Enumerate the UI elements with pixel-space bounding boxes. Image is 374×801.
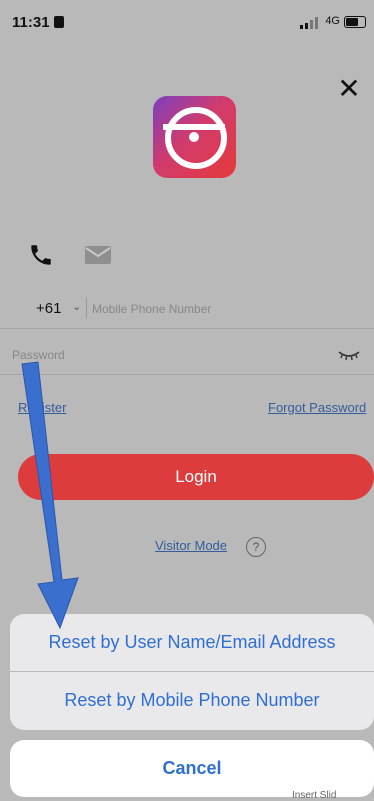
signal-icon [300,17,322,29]
eye-closed-icon[interactable] [338,348,360,362]
reset-by-mobile-option[interactable]: Reset by Mobile Phone Number [10,672,374,729]
register-link[interactable]: Register [18,400,66,415]
cancel-button[interactable]: Cancel [10,740,374,797]
forgot-password-link[interactable]: Forgot Password [268,400,366,415]
logo-bar [163,124,225,130]
notification-icon [53,16,64,28]
bottom-note: Insert Slid [292,790,337,801]
status-time: 11:31 [12,14,64,31]
mail-icon[interactable] [84,245,112,265]
help-icon[interactable]: ? [246,537,266,557]
phone-number-input[interactable] [92,300,342,318]
reset-by-username-email-option[interactable]: Reset by User Name/Email Address [10,614,374,671]
app-logo [153,96,236,178]
phone-icon[interactable] [28,242,54,268]
status-bar: 11:31 4G [0,0,374,44]
battery-icon [344,16,366,28]
network-type: 4G [325,15,340,27]
password-input[interactable] [12,346,312,364]
logo-dot [189,132,199,142]
country-code[interactable]: +61 [36,300,61,317]
reset-options-sheet: Reset by User Name/Email Address Reset b… [10,614,374,730]
login-button[interactable]: Login [18,454,374,500]
divider [86,298,87,318]
status-time-text: 11:31 [12,14,50,31]
visitor-mode-link[interactable]: Visitor Mode [155,538,227,553]
phone-number-row: +61 ⌄ [0,288,374,329]
close-icon[interactable]: ✕ [336,75,362,103]
password-row [0,334,374,375]
chevron-down-icon[interactable]: ⌄ [72,300,81,313]
